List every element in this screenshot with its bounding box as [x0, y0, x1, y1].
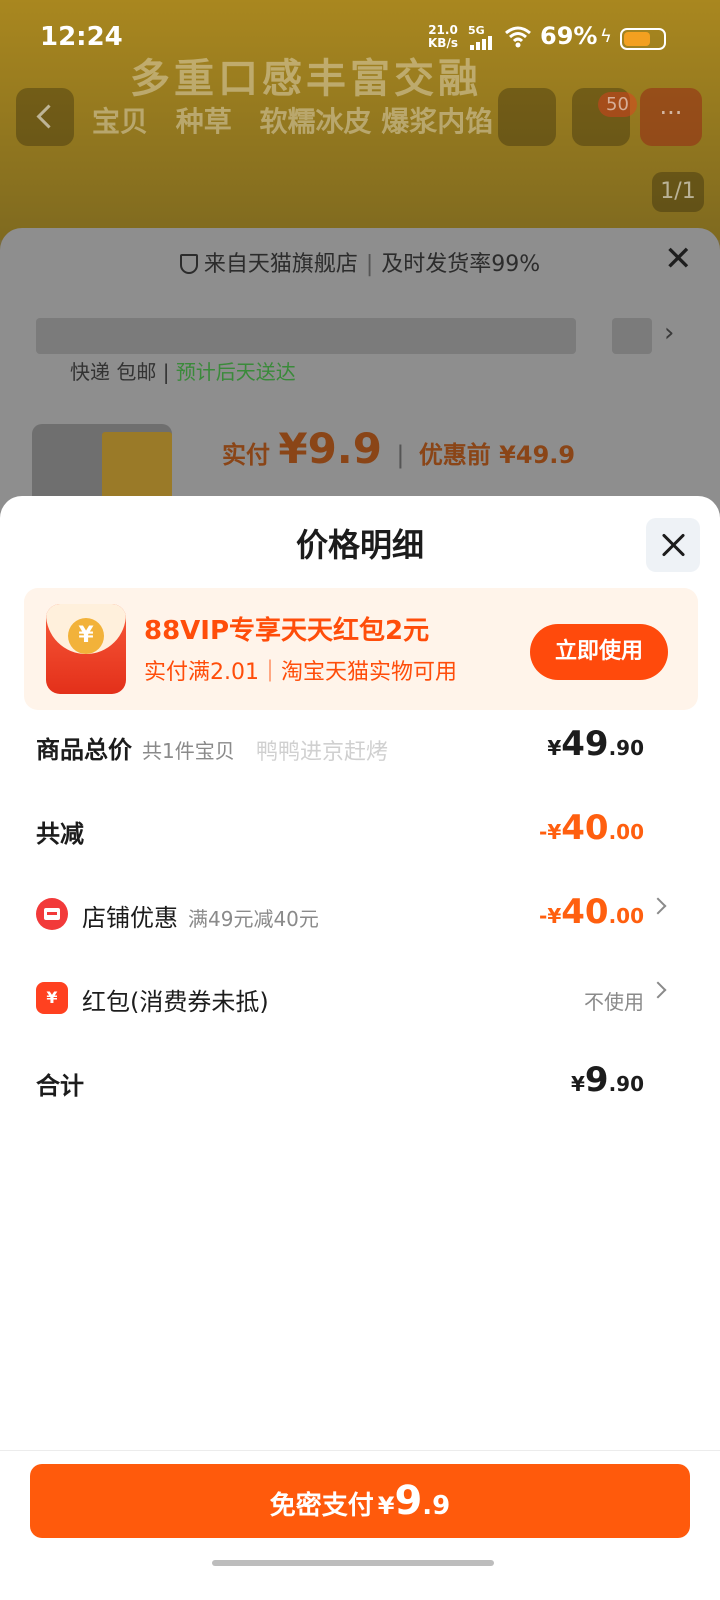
currency-symbol: -¥: [539, 904, 562, 928]
currency-symbol: ¥: [570, 1072, 585, 1096]
store-discount-label: 店铺优惠 满49元减40元: [82, 898, 319, 933]
amount-decimal: .00: [608, 904, 644, 928]
image-pager: 1/1: [652, 172, 704, 212]
signal-icon: [470, 36, 496, 50]
currency-symbol: -¥: [539, 820, 562, 844]
red-packet-icon: ¥: [36, 982, 68, 1014]
amount-decimal: .90: [608, 1072, 644, 1096]
password-free-pay-button[interactable]: 免密支付 ¥9.9: [30, 1464, 690, 1538]
row-red-packet[interactable]: ¥ 红包(消费券未抵) 不使用: [0, 968, 720, 1028]
item-total-label: 商品总价 共1件宝贝: [36, 730, 235, 765]
shipping-rate-label: 及时发货率99%: [381, 252, 541, 277]
amount-integer: 40: [561, 808, 609, 848]
currency-symbol: ¥: [547, 736, 562, 760]
amount-integer: 9: [394, 1478, 423, 1524]
network-speed: 21.0 KB/s: [428, 24, 458, 50]
order-sheet-background: 来自天猫旗舰店 | 及时发货率99% ✕ › 快递 包邮 | 预计后天送达 实付 ¥…: [0, 228, 720, 528]
row-store-discount[interactable]: 店铺优惠 满49元减40元 -¥40.00: [0, 884, 720, 944]
store-icon: [36, 898, 68, 930]
tab-item[interactable]: 宝贝: [92, 105, 148, 138]
wifi-icon: [505, 26, 531, 48]
chevron-right-icon[interactable]: [649, 981, 667, 999]
paid-price-label: 实付: [222, 441, 270, 469]
address-blurred: [36, 318, 576, 354]
amount-decimal: .00: [608, 820, 644, 844]
red-packet-glyph: ¥: [46, 988, 58, 1007]
red-packet-promo-card: ¥ 88VIP专享天天红包2元 实付满2.01｜淘宝天猫实物可用 立即使用: [24, 588, 698, 710]
item-count-note: 共1件宝贝: [142, 739, 235, 763]
address-avatar-blurred: [612, 318, 652, 354]
red-envelope-icon: ¥: [46, 604, 126, 694]
amount-integer: 49: [561, 724, 609, 764]
chevron-right-icon[interactable]: [649, 897, 667, 915]
promo-subtitle: 实付满2.01｜淘宝天猫实物可用: [144, 660, 457, 685]
pay-button-label: 免密支付: [269, 1491, 374, 1521]
share-button[interactable]: [498, 88, 556, 146]
status-bar: 12:24 21.0 KB/s 5G 69% ϟ: [0, 0, 720, 76]
shipping-info: 快递 包邮 | 预计后天送达: [70, 360, 296, 384]
status-time: 12:24: [40, 22, 123, 52]
store-source-label: 来自天猫旗舰店: [203, 252, 358, 277]
shipping-method: 快递 包邮: [70, 360, 157, 384]
price-detail-sheet: 价格明细 ¥ 88VIP专享天天红包2元 实付满2.01｜淘宝天猫实物可用 立即…: [0, 496, 720, 1600]
close-button[interactable]: [646, 518, 700, 572]
tab-highlight[interactable]: 软糯冰皮 爆浆内馅: [260, 105, 494, 138]
amount-decimal: .90: [608, 736, 644, 760]
footer-divider: [0, 1450, 720, 1451]
divider: |: [396, 441, 405, 469]
store-source-info: 来自天猫旗舰店 | 及时发货率99%: [0, 246, 720, 278]
amount-integer: 9: [584, 1060, 609, 1100]
chevron-right-icon[interactable]: ›: [664, 318, 674, 348]
discount-total-amount: -¥40.00: [539, 808, 644, 848]
cart-count-badge: 50: [598, 92, 637, 117]
row-discount-total: 共减 -¥40.00: [0, 800, 720, 860]
divider: |: [365, 252, 374, 277]
store-discount-title: 店铺优惠: [82, 904, 178, 932]
shipping-estimate: 预计后天送达: [175, 360, 296, 384]
coin-icon: ¥: [68, 618, 104, 654]
network-speed-unit: KB/s: [428, 36, 458, 50]
sheet-title: 价格明细: [295, 526, 424, 564]
product-tabs: 宝贝 种草 软糯冰皮 爆浆内馅: [92, 100, 511, 140]
before-price-label: 优惠前: [418, 441, 491, 469]
currency-symbol: ¥: [377, 1492, 395, 1520]
paid-price-value: ¥9.9: [278, 424, 382, 473]
item-total-title: 商品总价: [36, 736, 132, 764]
sum-label: 合计: [36, 1072, 84, 1100]
battery-percent: 69%: [540, 22, 598, 50]
battery-icon: [620, 28, 666, 50]
item-total-amount: ¥49.90: [547, 724, 644, 764]
order-price-summary: 实付 ¥9.9 | 优惠前 ¥49.9: [222, 424, 575, 473]
sum-amount: ¥9.90: [571, 1060, 644, 1100]
home-indicator[interactable]: [212, 1560, 494, 1566]
product-nav-bar: 宝贝 种草 软糯冰皮 爆浆内馅 50 ···: [0, 88, 720, 150]
amount-integer: 40: [561, 892, 609, 932]
row-item-total: 商品总价 共1件宝贝 ¥49.90: [0, 716, 720, 776]
promo-title: 88VIP专享天天红包2元: [144, 616, 430, 646]
more-button[interactable]: ···: [640, 88, 702, 146]
back-button[interactable]: [16, 88, 74, 146]
discount-total-label: 共减: [36, 820, 84, 848]
charging-icon: ϟ: [600, 26, 612, 47]
shield-icon: [179, 254, 198, 274]
amount-decimal: .9: [422, 1491, 451, 1521]
battery-level-fill: [624, 32, 650, 46]
red-packet-value[interactable]: 不使用: [584, 986, 644, 1015]
use-now-button[interactable]: 立即使用: [530, 624, 668, 680]
store-discount-rule: 满49元减40元: [188, 907, 319, 931]
before-price-value: ¥49.9: [499, 441, 576, 469]
red-packet-label: 红包(消费券未抵): [82, 988, 269, 1016]
order-sheet-close-icon[interactable]: ✕: [664, 242, 693, 276]
row-sum: 合计 ¥9.90: [0, 1052, 720, 1112]
tab-grass[interactable]: 种草: [176, 105, 232, 138]
store-discount-amount: -¥40.00: [539, 892, 644, 932]
